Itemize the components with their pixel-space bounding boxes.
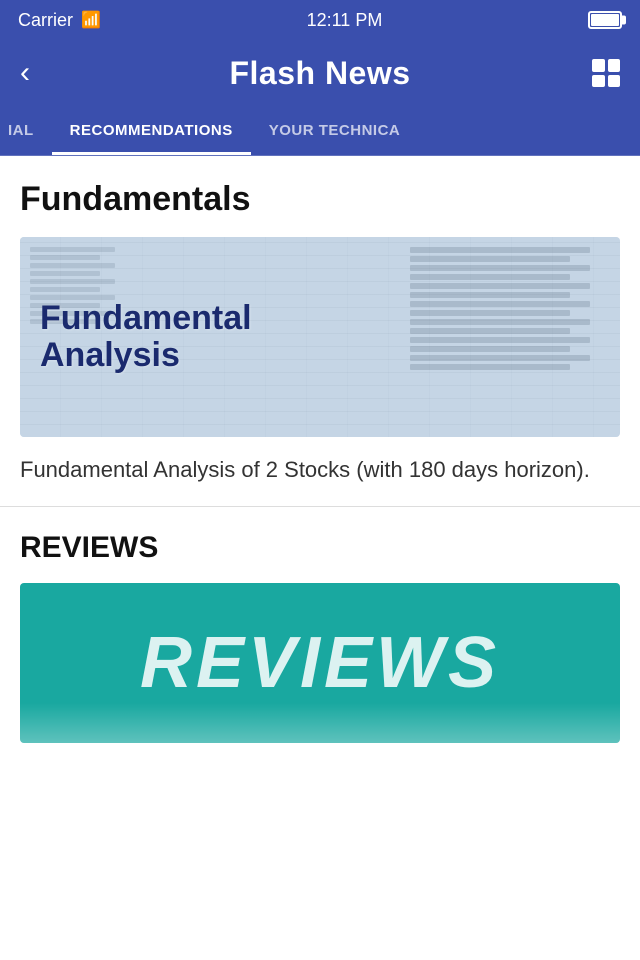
line — [410, 364, 570, 370]
time-label: 12:11 PM — [307, 10, 383, 31]
tab-bar: IAL RECOMMENDATIONS YOUR TECHNICA — [0, 106, 640, 156]
line — [410, 346, 570, 352]
line — [30, 255, 100, 260]
line — [410, 337, 590, 343]
fund-label: Fundamental Analysis — [40, 300, 252, 375]
fund-label-text1: Fundamental — [40, 300, 252, 337]
tab-ial[interactable]: IAL — [0, 106, 52, 155]
line — [410, 283, 590, 289]
line — [410, 301, 590, 307]
line — [410, 247, 590, 253]
line — [410, 355, 590, 361]
reviews-big-text: REVIEWS — [140, 622, 500, 704]
fund-label-text2: Analysis — [40, 337, 252, 374]
tab-recommendations-label: RECOMMENDATIONS — [70, 122, 233, 139]
line — [30, 287, 100, 292]
tab-your-technica-label: YOUR TECHNICA — [269, 122, 401, 139]
reviews-title: REVIEWS — [20, 531, 620, 565]
back-chevron-icon: ‹ — [20, 56, 30, 89]
fundamentals-image[interactable]: Fundamental Analysis — [20, 237, 620, 437]
tab-recommendations[interactable]: RECOMMENDATIONS — [52, 106, 251, 155]
line — [30, 271, 100, 276]
nav-bar: ‹ Flash News — [0, 40, 640, 106]
newspaper-columns — [410, 247, 610, 427]
line — [30, 279, 115, 284]
reviews-section: REVIEWS REVIEWS — [0, 507, 640, 743]
line — [410, 310, 570, 316]
status-bar: Carrier 📶 12:11 PM — [0, 0, 640, 40]
line — [30, 247, 115, 252]
line — [410, 265, 590, 271]
line — [410, 256, 570, 262]
tab-your-technica[interactable]: YOUR TECHNICA — [251, 106, 640, 155]
line — [410, 274, 570, 280]
battery-icon — [588, 11, 622, 29]
carrier-wifi: Carrier 📶 — [18, 10, 101, 31]
wifi-icon: 📶 — [81, 10, 101, 30]
grid-icon — [592, 59, 620, 87]
grid-button[interactable] — [580, 59, 620, 87]
fundamentals-description: Fundamental Analysis of 2 Stocks (with 1… — [20, 453, 620, 486]
carrier-label: Carrier — [18, 10, 73, 31]
line — [410, 319, 590, 325]
fundamentals-section: Fundamentals — [0, 156, 640, 506]
fundamentals-title: Fundamentals — [20, 180, 620, 219]
line — [410, 292, 570, 298]
back-button[interactable]: ‹ — [20, 56, 60, 90]
tab-ial-label: IAL — [8, 122, 34, 139]
battery-fill — [591, 14, 619, 26]
reviews-image[interactable]: REVIEWS — [20, 583, 620, 743]
line — [410, 328, 570, 334]
line — [30, 263, 115, 268]
main-content: Fundamentals — [0, 156, 640, 743]
image-fade — [20, 703, 620, 743]
page-title: Flash News — [229, 55, 410, 92]
